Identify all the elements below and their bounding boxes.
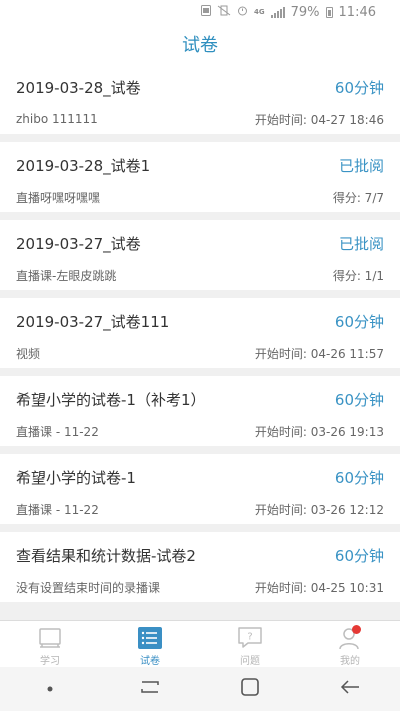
exam-name: 希望小学的试卷-1: [16, 468, 136, 487]
exam-meta: 得分: 7/7: [332, 190, 384, 205]
exam-card[interactable]: 2019-03-28_试卷 60分钟 zhibo 111111 开始时间: 04…: [0, 64, 400, 134]
notification-dot: [352, 625, 361, 634]
exam-course: 直播课 - 11-22: [16, 502, 99, 517]
clock: 11:46: [338, 4, 376, 20]
bottom-nav: 学习 试卷 ? 问题 我的: [0, 620, 400, 667]
signal-icon: [270, 6, 285, 18]
book-icon: [36, 625, 64, 651]
nav-item-exams[interactable]: 试卷: [100, 621, 200, 667]
nav-label: 试卷: [140, 656, 160, 667]
recent-apps-icon: [139, 679, 161, 699]
exam-list: 2019-03-28_试卷 60分钟 zhibo 111111 开始时间: 04…: [0, 64, 400, 610]
home-icon: [240, 677, 260, 701]
title-bar: 试卷: [0, 24, 400, 64]
exam-course: 没有设置结束时间的录播课: [16, 580, 161, 595]
alarm-icon: [237, 5, 248, 19]
exam-meta: 开始时间: 04-27 18:46: [254, 112, 384, 127]
exam-name: 2019-03-27_试卷: [16, 234, 141, 253]
exam-card[interactable]: 查看结果和统计数据-试卷2 60分钟 没有设置结束时间的录播课 开始时间: 04…: [0, 532, 400, 602]
exam-name: 查看结果和统计数据-试卷2: [16, 546, 196, 565]
battery-icon: [325, 6, 333, 18]
exam-card[interactable]: 2019-03-28_试卷1 已批阅 直播呀嘿呀嘿嘿 得分: 7/7: [0, 142, 400, 212]
exam-card[interactable]: 2019-03-27_试卷 已批阅 直播课-左眼皮跳跳 得分: 1/1: [0, 220, 400, 290]
dot-button[interactable]: [20, 667, 80, 711]
screenshot-icon: [201, 5, 211, 19]
back-arrow-icon: [339, 679, 361, 699]
exam-meta: 开始时间: 04-25 10:31: [254, 580, 384, 595]
exam-course: 直播课 - 11-22: [16, 424, 99, 439]
exam-status: 60分钟: [334, 390, 384, 409]
exam-name: 2019-03-27_试卷111: [16, 312, 170, 331]
exam-status: 已批阅: [338, 234, 384, 253]
system-nav-bar: [0, 667, 400, 711]
exam-card[interactable]: 希望小学的试卷-1（补考1） 60分钟 直播课 - 11-22 开始时间: 03…: [0, 376, 400, 446]
exam-course: 直播呀嘿呀嘿嘿: [16, 190, 101, 205]
exam-name: 希望小学的试卷-1（补考1）: [16, 390, 206, 409]
exam-meta: 开始时间: 03-26 19:13: [254, 424, 384, 439]
profile-icon: [336, 625, 364, 651]
page-title: 试卷: [182, 35, 218, 56]
nav-label: 问题: [240, 656, 260, 667]
exam-card[interactable]: 希望小学的试卷-1 60分钟 直播课 - 11-22 开始时间: 03-26 1…: [0, 454, 400, 524]
exam-meta: 开始时间: 03-26 12:12: [254, 502, 384, 517]
exam-list-icon: [136, 625, 164, 651]
exam-meta: 得分: 1/1: [332, 268, 384, 283]
network-type: 4G: [254, 8, 265, 16]
exam-status: 60分钟: [334, 78, 384, 97]
nav-item-questions[interactable]: ? 问题: [200, 621, 300, 667]
exam-status: 60分钟: [334, 546, 384, 565]
exam-meta: 开始时间: 04-26 11:57: [254, 346, 384, 361]
vibrate-mute-icon: [217, 5, 231, 19]
nav-label: 我的: [340, 656, 360, 667]
recent-apps-button[interactable]: [120, 667, 180, 711]
exam-course: 视频: [16, 346, 41, 361]
exam-name: 2019-03-28_试卷: [16, 78, 141, 97]
nav-item-mine[interactable]: 我的: [300, 621, 400, 667]
exam-card[interactable]: 2019-03-27_试卷111 60分钟 视频 开始时间: 04-26 11:…: [0, 298, 400, 368]
nav-label: 学习: [40, 656, 60, 667]
svg-text:?: ?: [247, 632, 252, 643]
battery-percent: 79%: [290, 4, 320, 20]
back-button[interactable]: [320, 667, 380, 711]
exam-course: 直播课-左眼皮跳跳: [16, 268, 117, 283]
exam-course: zhibo 111111: [16, 112, 98, 126]
status-bar: 4G 79% 11:46: [0, 0, 400, 24]
home-button[interactable]: [220, 667, 280, 711]
exam-name: 2019-03-28_试卷1: [16, 156, 151, 175]
exam-status: 60分钟: [334, 312, 384, 331]
question-bubble-icon: ?: [236, 625, 264, 651]
exam-status: 已批阅: [338, 156, 384, 175]
nav-item-study[interactable]: 学习: [0, 621, 100, 667]
exam-status: 60分钟: [334, 468, 384, 487]
